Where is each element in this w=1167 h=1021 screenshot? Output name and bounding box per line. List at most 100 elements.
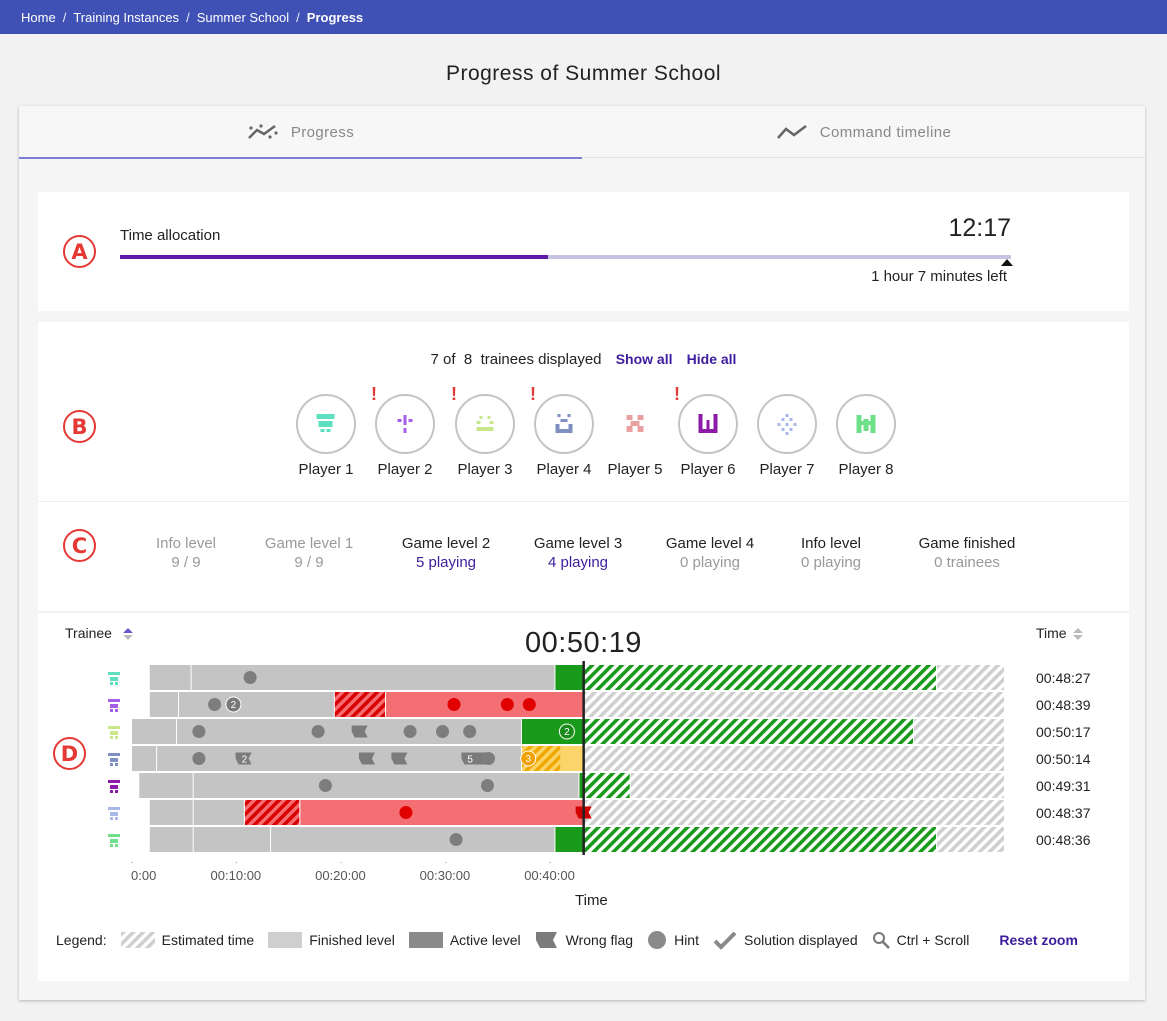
- warning-icon: !: [371, 384, 377, 404]
- hint-marker: [480, 779, 494, 792]
- breadcrumb-summer-school[interactable]: Summer School: [197, 10, 289, 25]
- warning-icon: !: [451, 384, 457, 404]
- player-name: Player 3: [457, 461, 513, 478]
- legend-zoom-hint: Ctrl + Scroll: [872, 931, 969, 949]
- row-trainee-icon[interactable]: [106, 670, 122, 686]
- timeline-segment-est-red: [334, 692, 386, 717]
- section-marker-a: A: [63, 235, 96, 268]
- tab-progress[interactable]: Progress: [19, 106, 582, 159]
- legend-solution-displayed: Solution displayed: [713, 930, 858, 950]
- level-summary-1: Info level 9 / 9: [116, 534, 256, 572]
- timeline-segment-est-grey: [937, 827, 1004, 852]
- legend: Legend: Estimated time Finished level Ac…: [56, 930, 1078, 950]
- legend-estimated-label: Estimated time: [161, 932, 255, 948]
- hint-marker: [192, 725, 206, 738]
- player-card-6[interactable]: ! Player 6: [668, 384, 748, 478]
- hint-marker: [311, 725, 325, 738]
- show-all-link[interactable]: Show all: [616, 351, 673, 367]
- timeline-segment-finished: [271, 827, 555, 852]
- trainees-displayed-label: trainees displayed: [480, 351, 602, 368]
- timeline-segment-active-yellow: [560, 746, 583, 771]
- level-summary-7: Game finished 0 trainees: [897, 534, 1037, 572]
- trainee-avatar-icon: [108, 780, 120, 793]
- timeline-segment-est-grey: [937, 665, 1004, 690]
- player-name: Player 2: [377, 461, 433, 478]
- hint-count-label: 3: [525, 754, 531, 765]
- row-trainee-icon[interactable]: [106, 697, 122, 713]
- player-card-8[interactable]: Player 8: [826, 394, 906, 478]
- legend-hint-label: Hint: [674, 932, 699, 948]
- section-marker-b: B: [63, 410, 96, 443]
- player-avatar: [678, 394, 738, 454]
- wrong-flag-count: 5: [467, 755, 473, 766]
- breadcrumb-progress: Progress: [306, 9, 364, 25]
- row-trainee-icon[interactable]: [106, 805, 122, 821]
- trainee-avatar-icon: [108, 726, 120, 739]
- row-trainee-icon[interactable]: [106, 832, 122, 848]
- timeline-segment-active-green: [555, 665, 583, 690]
- timeline-segment-finished: [132, 719, 176, 744]
- row-trainee-icon[interactable]: [106, 751, 122, 767]
- level-count: 5 playing: [415, 554, 477, 571]
- legend-active-level: Active level: [408, 932, 521, 948]
- reset-zoom-button[interactable]: Reset zoom: [999, 932, 1078, 948]
- x-axis-tick-label: 0:00: [131, 868, 157, 883]
- timeline-segment-active-red: [386, 692, 583, 717]
- hint-marker: [500, 698, 514, 711]
- hint-marker: [399, 806, 413, 819]
- timeline-segment-finished: [149, 827, 193, 852]
- timeline-segment-finished: [193, 827, 271, 852]
- hint-marker: [447, 698, 461, 711]
- trainee-avatar-icon: [108, 672, 120, 685]
- hint-marker: [463, 725, 477, 738]
- player-avatar-icon: [626, 415, 644, 432]
- player-name: Player 7: [759, 461, 815, 478]
- timeline-panel: D Trainee 00:50:19 Time 2 2 2 5 3 00:48:…: [38, 613, 1129, 981]
- level-count: 4 playing: [547, 554, 609, 571]
- player-avatar: [605, 394, 665, 454]
- flag-icon: [535, 932, 557, 948]
- row-time-value: 00:48:37: [1036, 805, 1091, 821]
- player-avatar: [455, 394, 515, 454]
- player-avatar-icon: [856, 415, 876, 433]
- tab-progress-label: Progress: [290, 123, 355, 141]
- wrong-flag-count: 2: [242, 755, 248, 766]
- level-summary-5: Game level 4 0 playing: [640, 534, 780, 572]
- timeline-segment-finished: [193, 773, 579, 798]
- legend-finished-label: Finished level: [309, 932, 395, 948]
- tab-bar: Progress Command timeline: [19, 106, 1145, 159]
- player-card-5[interactable]: Player 5: [595, 394, 675, 478]
- player-avatar-icon: [698, 414, 718, 433]
- tab-command-timeline-label: Command timeline: [819, 123, 952, 141]
- timeline-segment-finished: [132, 746, 157, 771]
- hide-all-link[interactable]: Hide all: [687, 351, 737, 367]
- player-card-4[interactable]: ! Player 4: [524, 384, 604, 478]
- level-count: 9 / 9: [294, 554, 324, 571]
- breadcrumb-training-instances[interactable]: Training Instances: [73, 10, 179, 25]
- trainees-displayed-count: 7: [430, 351, 439, 368]
- time-remaining: 1 hour 7 minutes left: [871, 268, 1007, 285]
- player-card-3[interactable]: ! Player 3: [445, 384, 525, 478]
- hint-count-label: 2: [564, 727, 570, 738]
- timeline-segment-est-red: [244, 800, 300, 825]
- hint-marker: [436, 725, 450, 738]
- level-count: 0 playing: [800, 554, 862, 571]
- level-summary-4: Game level 3 4 playing: [508, 534, 648, 572]
- player-card-7[interactable]: Player 7: [747, 394, 827, 478]
- hint-marker: [192, 752, 206, 765]
- player-avatar-icon: [777, 414, 797, 435]
- estimated-swatch: [120, 932, 155, 948]
- time-allocation-label: Time allocation: [120, 227, 221, 244]
- hint-dot: [648, 931, 667, 949]
- x-axis-title: Time: [575, 892, 608, 909]
- progress-card: Progress Command timeline A Time allocat…: [19, 106, 1145, 1000]
- breadcrumb-home[interactable]: Home: [21, 10, 56, 25]
- timeline-chart[interactable]: 2 2 2 5 3: [38, 613, 1129, 863]
- row-trainee-icon[interactable]: [106, 778, 122, 794]
- player-card-2[interactable]: ! Player 2: [365, 384, 445, 478]
- tab-command-timeline[interactable]: Command timeline: [582, 106, 1145, 158]
- row-trainee-icon[interactable]: [106, 724, 122, 740]
- hint-marker: [208, 698, 222, 711]
- timeline-segment-est-green: [583, 719, 914, 744]
- player-card-1[interactable]: Player 1: [286, 394, 366, 478]
